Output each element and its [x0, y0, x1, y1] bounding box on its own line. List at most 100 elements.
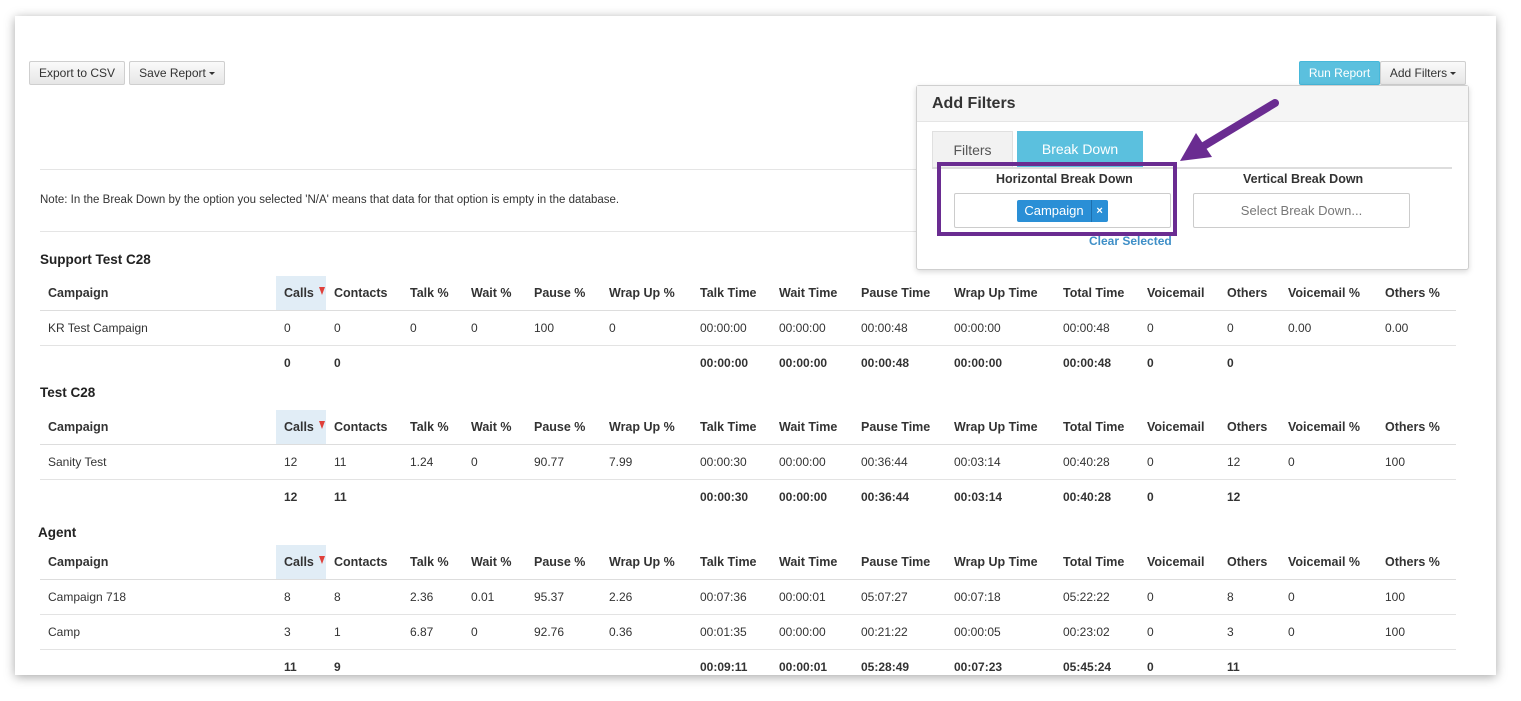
column-header[interactable]: Voicemail % — [1280, 410, 1377, 445]
table-cell: 0 — [1139, 614, 1219, 650]
column-header[interactable]: Others — [1219, 545, 1280, 580]
column-header[interactable]: Wait Time — [771, 545, 853, 580]
table-cell: 0 — [601, 310, 692, 346]
table-cell: 00:07:36 — [692, 579, 771, 615]
totals-row: 0 0 00:00:00 00:00:00 00:00:48 00:00:00 00:00:… — [40, 346, 1456, 381]
table-header-row: Campaign Calls Contacts Talk % Wait % Pause %… — [40, 545, 1456, 580]
column-header[interactable]: Talk % — [402, 545, 463, 580]
table-cell: 0 — [1280, 614, 1377, 650]
table-cell: 0 — [1280, 444, 1377, 480]
column-header[interactable]: Talk Time — [692, 545, 771, 580]
column-header[interactable]: Others — [1219, 276, 1280, 311]
column-header[interactable]: Others % — [1377, 276, 1456, 311]
total-cell — [526, 346, 601, 381]
total-cell: 11 — [334, 490, 347, 504]
column-header[interactable]: Wrap Up % — [601, 545, 692, 580]
total-cell: 0 — [1147, 356, 1154, 370]
add-filters-button[interactable]: Add Filters — [1380, 61, 1466, 85]
column-header[interactable]: Wait % — [463, 545, 526, 580]
table-cell: 0 — [463, 614, 526, 650]
column-header[interactable]: Wrap Up Time — [946, 545, 1055, 580]
total-cell: 00:03:14 — [954, 490, 1003, 504]
column-header[interactable]: Voicemail — [1139, 410, 1219, 445]
save-report-button[interactable]: Save Report — [129, 61, 225, 85]
column-header[interactable]: Talk Time — [692, 276, 771, 311]
column-header[interactable]: Others — [1219, 410, 1280, 445]
table-row: Sanity Test 12 11 1.24 0 90.77 7.99 00:00:30 00:… — [40, 444, 1456, 480]
column-header[interactable]: Voicemail — [1139, 545, 1219, 580]
column-header[interactable]: Total Time — [1055, 545, 1139, 580]
table-cell: 00:00:30 — [692, 444, 771, 480]
column-header[interactable]: Total Time — [1055, 410, 1139, 445]
column-header[interactable]: Campaign — [40, 276, 276, 311]
total-cell — [463, 346, 526, 381]
column-header[interactable]: Talk % — [402, 410, 463, 445]
total-cell: 0 — [1147, 490, 1154, 504]
export-csv-button[interactable]: Export to CSV — [29, 61, 125, 85]
table-row: KR Test Campaign 0 0 0 0 100 0 00:00:00 00:00:00… — [40, 310, 1456, 346]
column-header[interactable]: Wrap Up % — [601, 410, 692, 445]
column-header[interactable]: Contacts — [326, 545, 402, 580]
column-header[interactable]: Others % — [1377, 410, 1456, 445]
table-cell: 0.01 — [463, 579, 526, 615]
column-header[interactable]: Pause % — [526, 410, 601, 445]
column-header[interactable]: Wait % — [463, 276, 526, 311]
column-header[interactable]: Contacts — [326, 276, 402, 311]
total-cell: 9 — [334, 660, 341, 674]
column-header[interactable]: Total Time — [1055, 276, 1139, 311]
column-header[interactable]: Voicemail — [1139, 276, 1219, 311]
run-report-button[interactable]: Run Report — [1299, 61, 1380, 85]
column-header-calls-sorted[interactable]: Calls — [276, 545, 326, 580]
column-header-calls-sorted[interactable]: Calls — [276, 410, 326, 445]
table-cell: 00:00:00 — [771, 614, 853, 650]
column-header[interactable]: Talk % — [402, 276, 463, 311]
column-header[interactable]: Voicemail % — [1280, 545, 1377, 580]
vertical-breakdown-select[interactable]: Select Break Down... — [1193, 193, 1410, 228]
section-title: Agent — [38, 525, 77, 540]
total-cell — [1377, 480, 1456, 515]
table-cell: 00:00:48 — [1055, 310, 1139, 346]
clear-selected-link[interactable]: Clear Selected — [1089, 234, 1172, 248]
column-header[interactable]: Contacts — [326, 410, 402, 445]
column-header[interactable]: Wrap Up Time — [946, 276, 1055, 311]
total-cell — [402, 346, 463, 381]
table-cell: 00:23:02 — [1055, 614, 1139, 650]
total-cell: 00:00:01 — [779, 660, 828, 674]
column-header[interactable]: Wait % — [463, 410, 526, 445]
total-cell: 00:00:00 — [779, 356, 828, 370]
total-cell — [601, 480, 692, 515]
total-cell: 00:00:48 — [861, 356, 910, 370]
column-header[interactable]: Wrap Up Time — [946, 410, 1055, 445]
total-cell: 00:40:28 — [1063, 490, 1112, 504]
table-cell: 00:00:00 — [771, 444, 853, 480]
column-header[interactable]: Voicemail % — [1280, 276, 1377, 311]
column-header[interactable]: Wait Time — [771, 276, 853, 311]
report-table: Campaign Calls Contacts Talk % Wait % Pause %… — [40, 410, 1456, 514]
column-header[interactable]: Wait Time — [771, 410, 853, 445]
total-cell: 00:00:48 — [1063, 356, 1112, 370]
total-cell — [526, 480, 601, 515]
column-header[interactable]: Pause Time — [853, 276, 946, 311]
column-header[interactable]: Campaign — [40, 410, 276, 445]
total-cell: 00:00:30 — [700, 490, 749, 504]
table-cell: 92.76 — [526, 614, 601, 650]
total-cell: 00:09:11 — [700, 660, 748, 674]
column-header[interactable]: Pause Time — [853, 545, 946, 580]
total-cell: 0 — [334, 356, 341, 370]
table-cell: 2.36 — [402, 579, 463, 615]
column-header[interactable]: Pause % — [526, 276, 601, 311]
column-header[interactable]: Campaign — [40, 545, 276, 580]
column-header[interactable]: Others % — [1377, 545, 1456, 580]
total-cell: 12 — [1227, 490, 1241, 504]
table-cell: 100 — [1377, 444, 1456, 480]
column-header-calls-sorted[interactable]: Calls — [276, 276, 326, 311]
column-header[interactable]: Wrap Up % — [601, 276, 692, 311]
table-cell: 1 — [326, 614, 402, 650]
total-cell: 05:45:24 — [1063, 660, 1112, 674]
table-cell: 00:03:14 — [946, 444, 1055, 480]
column-header[interactable]: Pause % — [526, 545, 601, 580]
column-header[interactable]: Pause Time — [853, 410, 946, 445]
table-header-row: Campaign Calls Contacts Talk % Wait % Pause %… — [40, 410, 1456, 445]
annotation-highlight-box — [937, 162, 1177, 236]
column-header[interactable]: Talk Time — [692, 410, 771, 445]
